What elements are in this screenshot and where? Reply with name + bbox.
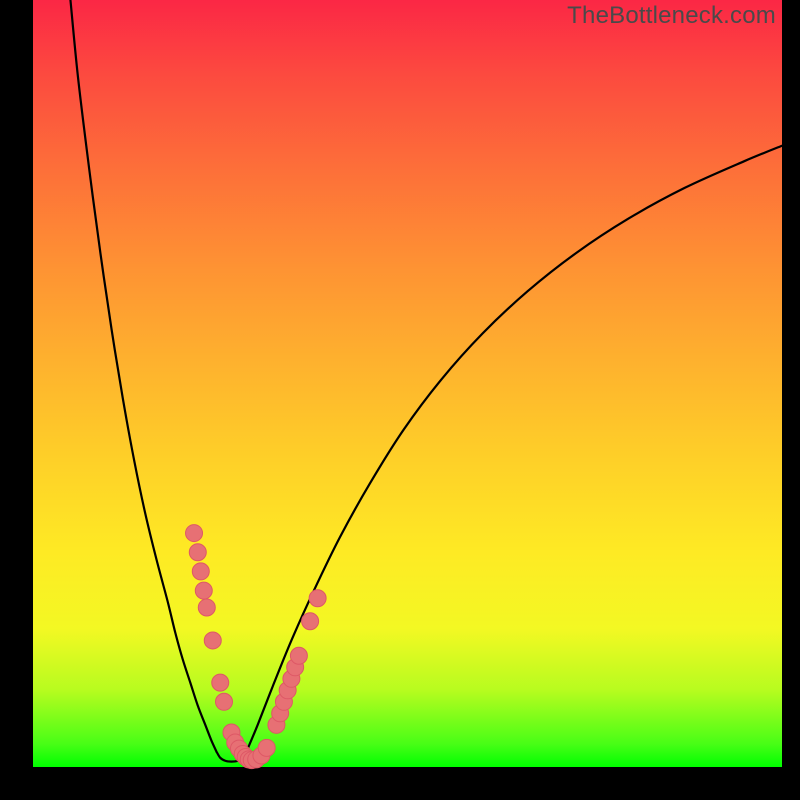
curve-marker xyxy=(195,582,212,599)
curve-marker xyxy=(192,563,209,580)
curve-marker xyxy=(302,613,319,630)
watermark-text: TheBottleneck.com xyxy=(567,2,776,30)
curve-marker xyxy=(198,599,215,616)
curve-marker xyxy=(216,693,233,710)
curve-marker xyxy=(290,647,307,664)
curve-marker xyxy=(186,525,203,542)
curve-marker xyxy=(309,590,326,607)
curve-marker xyxy=(258,739,275,756)
curve-marker xyxy=(212,674,229,691)
curve-marker xyxy=(189,544,206,561)
curve-marker xyxy=(204,632,221,649)
chart-frame: TheBottleneck.com xyxy=(33,0,782,767)
bottleneck-curve-svg xyxy=(33,0,782,767)
bottleneck-curve xyxy=(70,0,782,762)
